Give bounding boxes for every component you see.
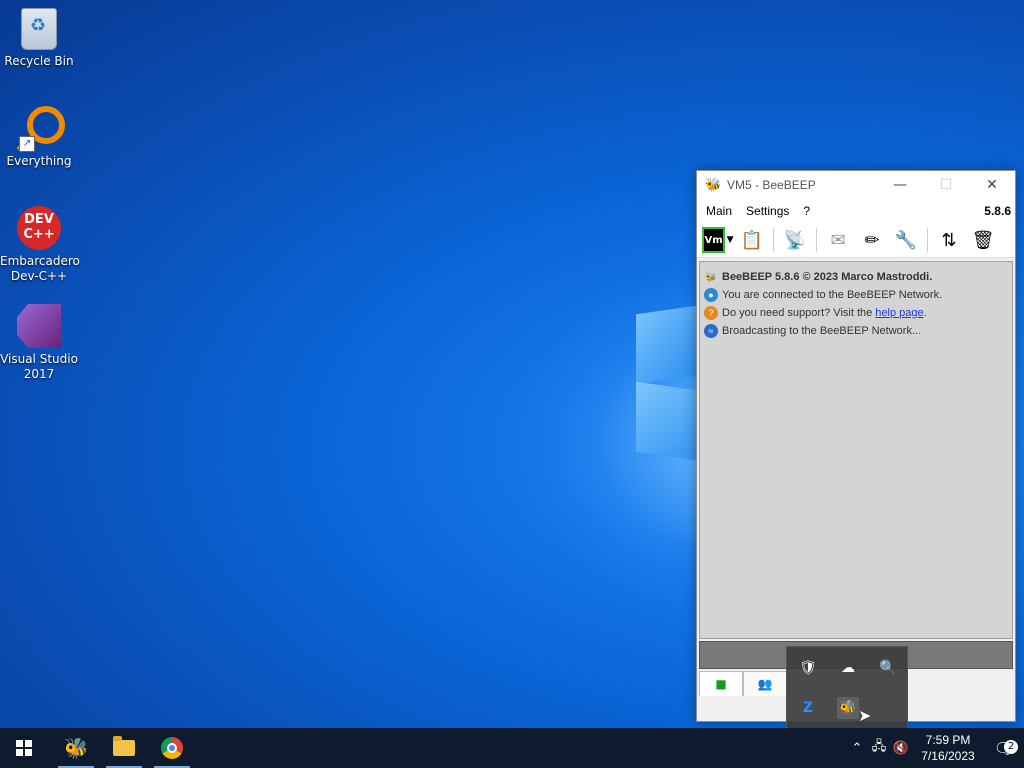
desktop-icon-label: Everything [6,154,72,168]
chat-line: ≈ Broadcasting to the BeeBEEP Network... [704,322,1008,340]
devcpp-icon: DEV C++ [17,206,61,250]
chevron-down-icon: ▼ [726,235,734,245]
desktop-icon-label: Recycle Bin [4,54,74,68]
cloud-offline-icon[interactable]: ☁ [837,657,859,679]
vm-status-icon: Vm [702,227,725,253]
network-connected-icon: ● [704,288,718,302]
edit-profile-button[interactable]: 📋 [738,226,766,254]
window-title: VM5 - BeeBEEP [727,178,816,192]
bee-icon: 🐝 [63,736,89,760]
notification-count-badge: 2 [1004,739,1018,754]
desktop-icon-label: Visual Studio 2017 [0,352,78,381]
chat-log[interactable]: 🐝 BeeBEEP 5.8.6 © 2023 Marco Mastroddi. … [699,261,1013,639]
security-shield-icon[interactable]: 🛡 [797,657,819,679]
chat-line: 🐝 BeeBEEP 5.8.6 © 2023 Marco Mastroddi. [704,268,1008,286]
taskbar-beebeep[interactable]: 🐝 [52,728,100,768]
tray-overflow-popup: 🛡 ☁ 🔍 Z 🐝 [786,646,908,730]
antenna-icon: 📡 [783,229,807,251]
clock-time: 7:59 PM [925,733,971,747]
shortcut-arrow-icon: ↗ [19,136,35,152]
trash-icon: 🗑 [971,229,995,251]
everything-tray-icon[interactable]: 🔍 [877,657,899,679]
toolbar-separator [927,228,928,252]
windows-logo-icon [16,740,32,756]
menu-main[interactable]: Main [701,204,737,218]
mouse-cursor: ➤ [858,706,872,725]
beebeep-window: 🐝 VM5 - BeeBEEP — ☐ ✕ Main Settings ? 5.… [696,170,1016,722]
maximize-button[interactable]: ☐ [923,171,969,199]
desktop-icon-devcpp[interactable]: DEV C++ Embarcadero Dev-C++ [0,206,80,284]
message-button[interactable]: ✉ [824,226,852,254]
help-page-link[interactable]: help page [875,307,923,319]
show-hidden-icons-chevron-up-icon[interactable]: ⌃ [846,741,868,756]
network-button[interactable]: 📡 [781,226,809,254]
zoom-icon[interactable]: Z [797,697,819,719]
tab-chat[interactable]: ■ [699,671,743,696]
transfer-icon: ⇅ [941,229,957,251]
menu-settings[interactable]: Settings [741,204,794,218]
menu-bar: Main Settings ? 5.8.6 [697,199,1015,223]
clear-button[interactable]: 🗑 [969,226,997,254]
bee-icon: 🐝 [705,271,717,282]
toolbar-separator [773,228,774,252]
chat-text: Broadcasting to the BeeBEEP Network... [722,325,922,337]
desktop-icon-visual-studio[interactable]: Visual Studio 2017 [0,304,78,382]
close-button[interactable]: ✕ [969,171,1015,199]
tools-icon: 🔧 [894,229,918,251]
desktop-icon-everything[interactable]: ↗ Everything [0,106,78,169]
broadcast-icon: ≈ [704,324,718,338]
chat-icon: ■ [715,677,727,691]
pencil-icon: ✏ [864,229,880,251]
chat-text: BeeBEEP 5.8.6 © 2023 Marco Mastroddi. [722,271,933,283]
visual-studio-icon [17,304,61,348]
volume-muted-icon[interactable]: 🔇 [890,741,912,756]
note-button[interactable]: ✏ [858,226,886,254]
desktop-icon-label: Embarcadero Dev-C++ [0,254,80,283]
clock-date: 7/16/2023 [921,749,975,763]
status-button[interactable]: Vm ▼ [702,226,734,254]
title-bar[interactable]: 🐝 VM5 - BeeBEEP — ☐ ✕ [697,171,1015,199]
chrome-icon [161,737,183,759]
taskbar-chrome[interactable] [148,728,196,768]
menu-help[interactable]: ? [798,204,815,218]
tab-users[interactable]: 👥 [743,671,787,696]
version-label: 5.8.6 [984,204,1011,218]
action-center-button[interactable]: 🗨 2 [984,739,1024,758]
start-button[interactable] [0,728,48,768]
minimize-button[interactable]: — [877,171,923,199]
recycle-bin-icon [21,8,57,50]
support-icon: ? [704,306,718,320]
bee-tray-icon[interactable]: 🐝 [837,697,859,719]
desktop-icon-recycle-bin[interactable]: Recycle Bin [0,8,78,69]
folder-icon [113,736,135,756]
taskbar: 🐝 ⌃ 🖧 🔇 7:59 PM 7/16/2023 🗨 2 [0,728,1024,768]
toolbar: Vm ▼ 📋 📡 ✉ ✏ 🔧 ⇅ 🗑 [697,223,1015,258]
clock[interactable]: 7:59 PM 7/16/2023 [912,732,984,764]
everything-icon: ↗ [16,106,65,153]
edit-card-icon: 📋 [740,229,764,251]
chat-line: ? Do you need support? Visit the help pa… [704,304,1008,322]
chat-text: Do you need support? Visit the [722,307,876,319]
tools-button[interactable]: 🔧 [892,226,920,254]
system-tray: ⌃ 🖧 🔇 7:59 PM 7/16/2023 🗨 2 [846,728,1024,768]
network-icon[interactable]: 🖧 [868,737,890,759]
chat-line: ● You are connected to the BeeBEEP Netwo… [704,286,1008,304]
bee-icon: 🐝 [705,177,722,193]
transfer-button[interactable]: ⇅ [935,226,963,254]
envelope-icon: ✉ [830,229,846,251]
taskbar-file-explorer[interactable] [100,728,148,768]
chat-text: . [923,307,927,319]
toolbar-separator [816,228,817,252]
chat-text: You are connected to the BeeBEEP Network… [722,289,943,301]
users-icon: 👥 [757,677,773,691]
